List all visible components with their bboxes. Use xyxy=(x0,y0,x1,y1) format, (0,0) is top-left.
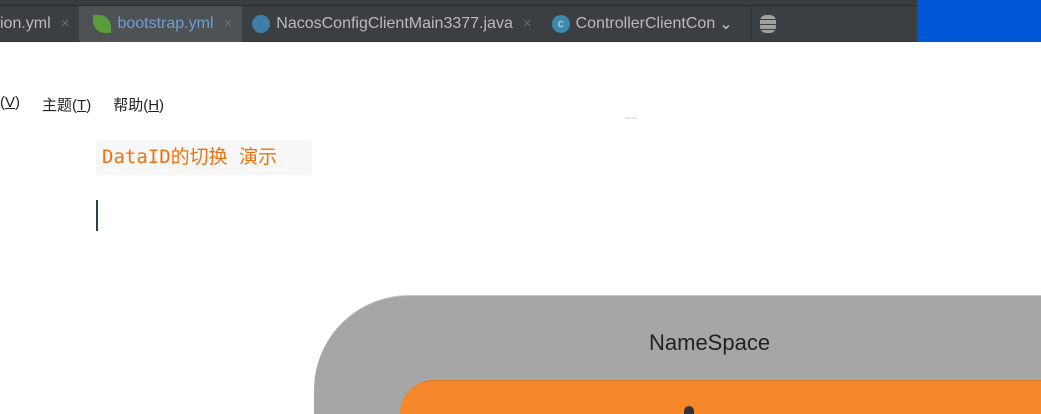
tab-nacos-config-client-main[interactable]: NacosConfigClientMain3377.java × xyxy=(242,6,541,42)
chevron-down-icon[interactable]: ⌄ xyxy=(719,14,732,34)
spring-boot-main-class-icon xyxy=(252,14,271,33)
tab-label: NacosConfigClientMain3377.java xyxy=(276,14,513,32)
menu-theme[interactable]: 主题(T) xyxy=(42,94,91,115)
tab-application-yml[interactable]: ion.yml × xyxy=(0,6,79,42)
tab-label: ControllerClientCon xyxy=(575,14,716,32)
document-heading[interactable]: DataID的切换 演示 xyxy=(96,140,312,175)
menu-help[interactable]: 帮助(H) xyxy=(113,94,164,115)
menu-bar: (V) 主题(T) 帮助(H) xyxy=(0,94,164,115)
tab-bootstrap-yml[interactable]: bootstrap.yml × xyxy=(79,5,243,42)
class-icon: c xyxy=(551,14,570,33)
group-box xyxy=(400,380,1041,414)
tab-label: bootstrap.yml xyxy=(117,14,214,32)
divider xyxy=(750,5,752,42)
tab-controller-client[interactable]: c ControllerClientCon ⌄ xyxy=(542,6,743,42)
spring-leaf-icon xyxy=(93,14,112,33)
namespace-label: NameSpace xyxy=(649,330,771,355)
menu-view[interactable]: (V) xyxy=(0,94,20,115)
editor-tab-bar: ion.yml × bootstrap.yml × NacosConfigCli… xyxy=(0,5,917,42)
tab-label: ion.yml xyxy=(0,14,51,32)
blue-panel xyxy=(917,0,1041,42)
divider xyxy=(625,117,637,119)
close-icon[interactable]: × xyxy=(224,15,233,32)
close-icon[interactable]: × xyxy=(61,15,70,32)
group-label-partial xyxy=(684,406,694,414)
text-cursor xyxy=(96,200,98,231)
database-icon[interactable] xyxy=(759,14,776,33)
close-icon[interactable]: × xyxy=(523,15,532,32)
